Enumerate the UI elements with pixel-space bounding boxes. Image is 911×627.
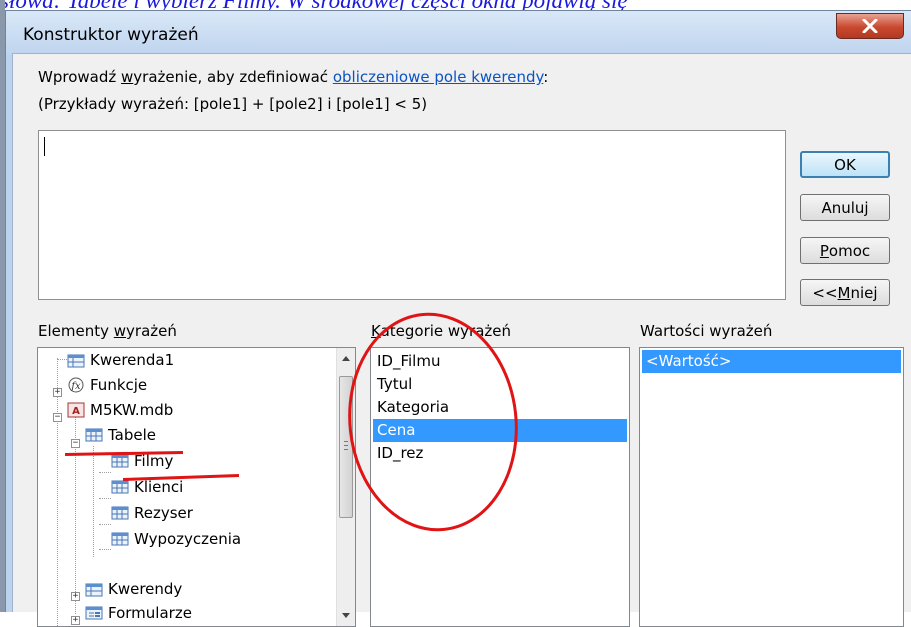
query-icon — [85, 583, 103, 596]
values-label: Wartości wyrażeń — [640, 322, 773, 340]
instruction-part: yrażenie, aby zdefiniować — [133, 68, 333, 86]
expand-toggle-kwerendy[interactable]: + — [71, 592, 80, 601]
cancel-button[interactable]: Anuluj — [800, 194, 890, 221]
table-icon — [111, 532, 129, 545]
close-button[interactable] — [836, 13, 904, 39]
tree-item-rezyser[interactable]: Rezyser — [111, 502, 193, 523]
title-bar[interactable]: Konstruktor wyrażeń — [6, 11, 911, 55]
instruction-part: : — [543, 68, 549, 86]
tree-item-label: Funkcje — [90, 375, 148, 394]
expression-builder-dialog: Konstruktor wyrażeń Wprowadź wyrażenie, … — [5, 10, 911, 627]
elements-label-part: Elementy — [38, 322, 114, 340]
expand-toggle-funkcje[interactable]: + — [53, 388, 62, 397]
elements-label-part: yrażeń — [126, 322, 177, 340]
value-item-selected[interactable]: <Wartość> — [642, 350, 901, 373]
scroll-down-icon[interactable] — [342, 613, 350, 618]
elements-tree[interactable]: + − − + + Kwerenda1 fx Funkcje A M5KW.md… — [37, 347, 356, 627]
tree-guide-line — [99, 549, 111, 550]
instruction-text: Wprowadź wyrażenie, aby zdefiniować obli… — [38, 68, 548, 86]
tree-item-funkcje[interactable]: fx Funkcje — [67, 374, 147, 395]
tree-item-label: Rezyser — [134, 503, 193, 522]
elements-label-mnemonic: w — [113, 322, 127, 340]
help-label: omoc — [828, 241, 871, 260]
less-label: niej — [850, 283, 878, 302]
tree-guide-line — [99, 472, 111, 473]
svg-text:A: A — [72, 406, 80, 417]
close-icon — [862, 19, 878, 33]
collapse-toggle-tabele[interactable]: − — [71, 439, 80, 448]
tree-item-tabele[interactable]: Tabele — [85, 424, 156, 445]
expression-input[interactable] — [38, 130, 786, 300]
tree-guide-line — [57, 358, 58, 626]
function-icon: fx — [68, 377, 84, 392]
table-icon — [111, 506, 129, 519]
text-caret — [44, 137, 45, 156]
help-button[interactable]: Pomoc — [800, 237, 890, 264]
tree-item-m5kw[interactable]: A M5KW.mdb — [67, 399, 173, 420]
ok-button[interactable]: OK — [800, 151, 890, 178]
examples-text: (Przykłady wyrażeń: [pole1] + [pole2] i … — [38, 95, 428, 113]
tree-item-formularze[interactable]: Formularze — [85, 602, 192, 623]
annotation-ellipse — [348, 312, 518, 532]
less-prefix: << — [812, 283, 838, 302]
window-title: Konstruktor wyrażeń — [23, 25, 199, 45]
tree-item-kwerendy[interactable]: Kwerendy — [85, 578, 182, 599]
tree-item-label: Wypozyczenia — [134, 529, 242, 548]
tree-guide-line — [93, 446, 94, 557]
less-button[interactable]: << Mniej — [800, 279, 890, 306]
svg-text:fx: fx — [70, 381, 81, 392]
tree-guide-line — [99, 498, 111, 499]
query-icon — [67, 354, 85, 367]
values-list[interactable]: <Wartość> — [639, 347, 904, 627]
form-icon — [85, 606, 103, 619]
instruction-mnemonic: w — [121, 68, 134, 86]
tree-item-label: Kwerenda1 — [90, 350, 175, 369]
collapse-toggle-m5kw[interactable]: − — [53, 413, 62, 422]
tree-item-label: M5KW.mdb — [90, 400, 174, 419]
tree-item-kwerenda1[interactable]: Kwerenda1 — [67, 349, 174, 370]
less-mnemonic: M — [837, 283, 851, 302]
elements-label: Elementy wyrażeń — [38, 322, 177, 340]
database-icon: A — [67, 402, 85, 417]
tree-item-label: Tabele — [108, 425, 157, 444]
tree-item-label: Kwerendy — [108, 579, 183, 598]
help-mnemonic: P — [819, 241, 829, 260]
tree-item-label: Formularze — [108, 603, 192, 622]
instruction-part: Wprowadź — [38, 68, 121, 86]
tables-icon — [85, 428, 103, 441]
dialog-client-area: Wprowadź wyrażenie, aby zdefiniować obli… — [12, 53, 911, 627]
expand-toggle-formularze[interactable]: + — [71, 616, 80, 625]
calculated-field-link[interactable]: obliczeniowe pole kwerendy — [333, 68, 543, 86]
tree-item-wypozyczenia[interactable]: Wypozyczenia — [111, 528, 241, 549]
tree-guide-line — [99, 524, 111, 525]
